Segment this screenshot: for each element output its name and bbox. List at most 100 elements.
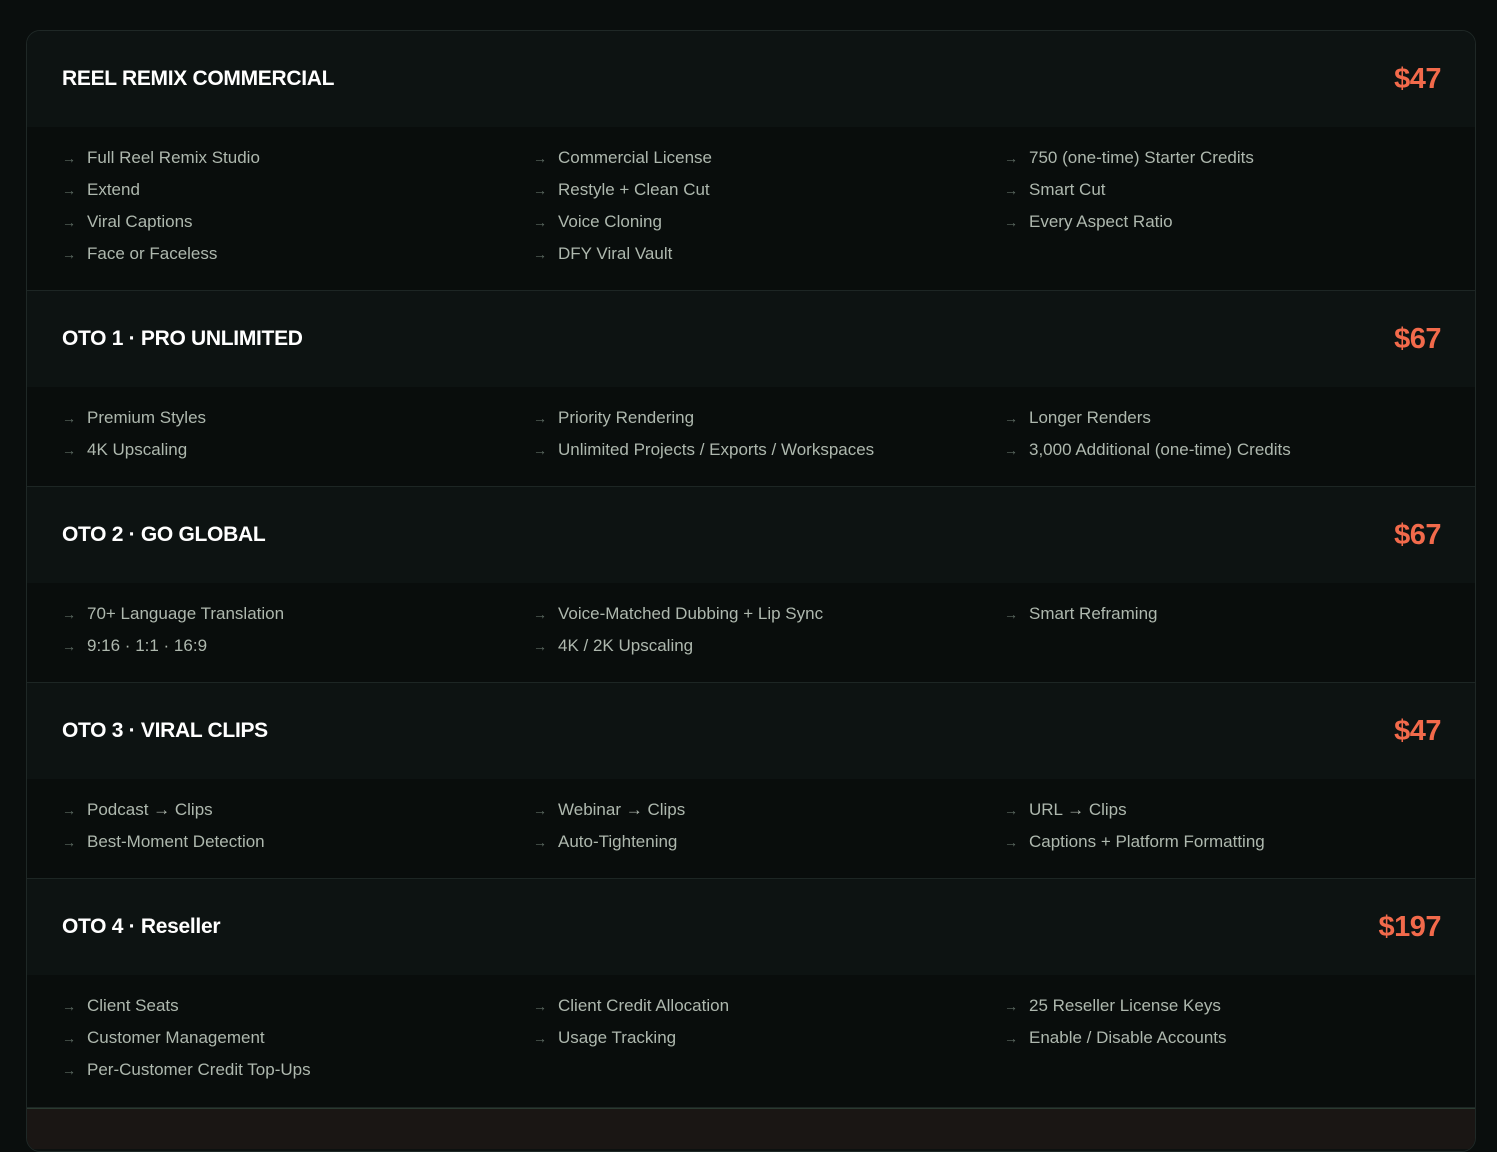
feature-item: → Per-Customer Credit Top-Ups — [62, 1054, 533, 1086]
pricing-card: REEL REMIX COMMERCIAL $47 → Full Reel Rem… — [26, 30, 1476, 1152]
feature-column: → Podcast → Clips → Best-Moment Detection — [62, 794, 533, 858]
feature-item: → 70+ Language Translation — [62, 598, 533, 630]
tier-price: $67 — [1394, 322, 1441, 355]
feature-grid: → 70+ Language Translation → 9:16 · 1:1 · … — [27, 583, 1475, 682]
feature-grid: → Premium Styles → 4K Upscaling → Priority … — [27, 387, 1475, 486]
feature-grid: → Full Reel Remix Studio → Extend → Viral C… — [27, 127, 1475, 290]
feature-item: → Restyle + Clean Cut — [533, 174, 1004, 206]
feature-item: → Captions + Platform Formatting — [1004, 826, 1440, 858]
arrow-right-icon: → — [1004, 442, 1018, 458]
tier-name: OTO 2 · GO GLOBAL — [62, 523, 266, 546]
arrow-right-icon: → — [533, 150, 547, 166]
feature-item: → 750 (one-time) Starter Credits — [1004, 142, 1440, 174]
tier-price: $197 — [1378, 910, 1441, 943]
feature-item: → 25 Reseller License Keys — [1004, 990, 1440, 1022]
arrow-right-icon: → — [533, 638, 547, 654]
arrow-right-icon: → — [62, 606, 76, 622]
arrow-right-icon: → — [62, 150, 76, 166]
tier-header: OTO 4 · Reseller $197 — [27, 879, 1475, 975]
tier-oto2-go-global: OTO 2 · GO GLOBAL $67 → 70+ Language Tran… — [27, 487, 1475, 683]
feature-item: → Customer Management — [62, 1022, 533, 1054]
tier-oto1-pro-unlimited: OTO 1 · PRO UNLIMITED $67 → Premium Style… — [27, 291, 1475, 487]
feature-column: → 750 (one-time) Starter Credits → Smart C… — [1004, 142, 1440, 270]
tier-name: OTO 3 · VIRAL CLIPS — [62, 719, 268, 742]
feature-item: → Enable / Disable Accounts — [1004, 1022, 1440, 1054]
feature-grid: → Client Seats → Customer Management → Per-… — [27, 975, 1475, 1107]
feature-item: → Auto-Tightening — [533, 826, 1004, 858]
feature-column: → Full Reel Remix Studio → Extend → Viral C… — [62, 142, 533, 270]
feature-label: URL → Clips — [1029, 800, 1127, 819]
arrow-right-icon: → — [1004, 998, 1018, 1014]
feature-item: → 9:16 · 1:1 · 16:9 — [62, 630, 533, 662]
feature-label: 4K Upscaling — [87, 440, 188, 459]
feature-item: → Premium Styles — [62, 402, 533, 434]
tier-header: OTO 2 · GO GLOBAL $67 — [27, 487, 1475, 583]
feature-grid: → Podcast → Clips → Best-Moment Detection … — [27, 779, 1475, 878]
feature-label: 4K / 2K Upscaling — [558, 636, 694, 655]
feature-item: → Voice-Matched Dubbing + Lip Sync — [533, 598, 1004, 630]
tier-price: $47 — [1394, 62, 1441, 95]
feature-column: → Longer Renders → 3,000 Additional (one-t… — [1004, 402, 1440, 466]
tier-header: OTO 3 · VIRAL CLIPS $47 — [27, 683, 1475, 779]
feature-label: Smart Cut — [1029, 180, 1106, 199]
feature-item: → Longer Renders — [1004, 402, 1440, 434]
arrow-right-icon: → — [62, 246, 76, 262]
feature-label: Viral Captions — [87, 212, 193, 231]
feature-label: Per-Customer Credit Top-Ups — [87, 1060, 311, 1079]
feature-column: → URL → Clips → Captions + Platform Format… — [1004, 794, 1440, 858]
arrow-right-icon: → — [533, 410, 547, 426]
feature-label: Best-Moment Detection — [87, 832, 265, 851]
tier-price: $47 — [1394, 714, 1441, 747]
arrow-right-icon: → — [1004, 182, 1018, 198]
feature-item: → Smart Cut — [1004, 174, 1440, 206]
feature-item: → Usage Tracking — [533, 1022, 1004, 1054]
feature-item: → DFY Viral Vault — [533, 238, 1004, 270]
feature-column: → Voice-Matched Dubbing + Lip Sync → 4K / … — [533, 598, 1004, 662]
feature-label: Longer Renders — [1029, 408, 1151, 427]
arrow-right-icon: → — [62, 182, 76, 198]
feature-item: → 4K Upscaling — [62, 434, 533, 466]
tier-name: OTO 1 · PRO UNLIMITED — [62, 327, 303, 350]
feature-label: Unlimited Projects / Exports / Workspace… — [558, 440, 875, 459]
tier-reel-remix-commercial: REEL REMIX COMMERCIAL $47 → Full Reel Rem… — [27, 31, 1475, 291]
feature-column: → Commercial License → Restyle + Clean Cut… — [533, 142, 1004, 270]
feature-label: Voice-Matched Dubbing + Lip Sync — [558, 604, 824, 623]
arrow-right-icon: → — [62, 214, 76, 230]
arrow-right-icon: → — [533, 214, 547, 230]
feature-item: → URL → Clips — [1004, 794, 1440, 826]
feature-label: Voice Cloning — [558, 212, 662, 231]
arrow-right-icon: → — [62, 410, 76, 426]
feature-label: Client Credit Allocation — [558, 996, 730, 1015]
arrow-right-icon: → — [533, 246, 547, 262]
feature-label: Extend — [87, 180, 140, 199]
arrow-right-icon: → — [1004, 1030, 1018, 1046]
feature-label: DFY Viral Vault — [558, 244, 673, 263]
tier-name: REEL REMIX COMMERCIAL — [62, 67, 335, 90]
feature-item: → Webinar → Clips — [533, 794, 1004, 826]
feature-label: 3,000 Additional (one-time) Credits — [1029, 440, 1291, 459]
tier-name: OTO 4 · Reseller — [62, 915, 221, 938]
feature-column: → Webinar → Clips → Auto-Tightening — [533, 794, 1004, 858]
feature-item: → Podcast → Clips — [62, 794, 533, 826]
feature-item: → Extend — [62, 174, 533, 206]
tier-price: $67 — [1394, 518, 1441, 551]
feature-label: Smart Reframing — [1029, 604, 1158, 623]
arrow-right-icon: → — [533, 1030, 547, 1046]
feature-item: → Priority Rendering — [533, 402, 1004, 434]
feature-label: Full Reel Remix Studio — [87, 148, 260, 167]
feature-item: → Every Aspect Ratio — [1004, 206, 1440, 238]
feature-item: → Full Reel Remix Studio — [62, 142, 533, 174]
arrow-right-icon: → — [62, 998, 76, 1014]
feature-label: Captions + Platform Formatting — [1029, 832, 1265, 851]
feature-item: → Commercial License — [533, 142, 1004, 174]
arrow-right-icon: → — [62, 638, 76, 654]
arrow-right-icon: → — [533, 802, 547, 818]
feature-column: → Client Seats → Customer Management → Per-… — [62, 990, 533, 1086]
arrow-right-icon: → — [1004, 410, 1018, 426]
feature-item: → Smart Reframing — [1004, 598, 1440, 630]
feature-column: → Premium Styles → 4K Upscaling — [62, 402, 533, 466]
tier-oto3-viral-clips: OTO 3 · VIRAL CLIPS $47 → Podcast → Clips… — [27, 683, 1475, 879]
arrow-right-icon: → — [1004, 606, 1018, 622]
feature-column: → 70+ Language Translation → 9:16 · 1:1 · … — [62, 598, 533, 662]
feature-item: → Best-Moment Detection — [62, 826, 533, 858]
